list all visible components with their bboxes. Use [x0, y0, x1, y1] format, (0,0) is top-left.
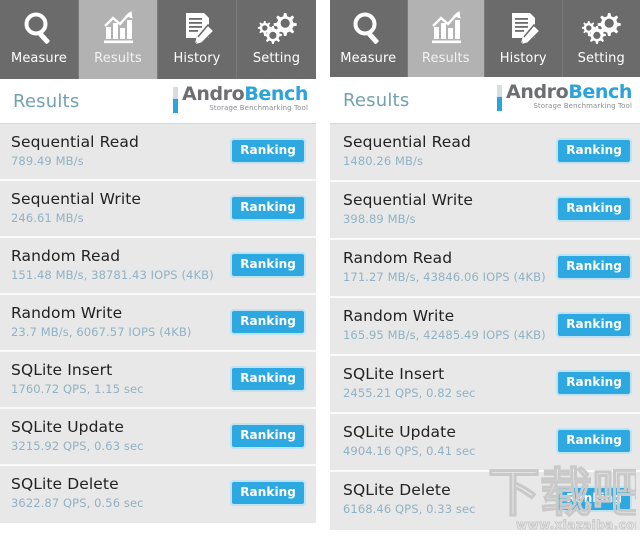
logo-name-first: Andro	[182, 83, 245, 105]
table-row: Sequential Write 398.89 MB/s Ranking	[330, 182, 640, 240]
table-row: Random Write 23.7 MB/s, 6067.57 IOPS (4K…	[0, 295, 316, 352]
right-page-header: Results AndroBench Storage Benchmarking …	[330, 77, 640, 124]
table-row: Sequential Write 246.61 MB/s Ranking	[0, 181, 316, 238]
tab-history[interactable]: History	[158, 0, 237, 79]
magnifier-icon	[348, 8, 388, 48]
androbench-logo: AndroBench Storage Benchmarking Tool	[497, 83, 632, 111]
table-row: SQLite Update 3215.92 QPS, 0.63 sec Rank…	[0, 409, 316, 466]
tab-results-label: Results	[421, 51, 470, 66]
ranking-button[interactable]: Ranking	[230, 138, 306, 164]
ranking-button[interactable]: Ranking	[556, 196, 632, 222]
ranking-button[interactable]: Ranking	[230, 423, 306, 449]
ranking-button[interactable]: Ranking	[230, 366, 306, 392]
tab-measure[interactable]: Measure	[330, 0, 408, 77]
right-device-panel: Measure Results History Setting Results …	[330, 0, 640, 537]
table-row: Sequential Read 1480.26 MB/s Ranking	[330, 124, 640, 182]
right-results-list: Sequential Read 1480.26 MB/s Ranking Seq…	[330, 124, 640, 530]
ranking-button[interactable]: Ranking	[556, 312, 632, 338]
table-row: SQLite Delete 6168.46 QPS, 0.33 sec Rank…	[330, 472, 640, 530]
ranking-button[interactable]: Ranking	[230, 309, 306, 335]
magnifier-icon	[19, 8, 59, 48]
right-tab-bar: Measure Results History Setting	[330, 0, 640, 77]
bar-chart-icon	[98, 8, 138, 48]
table-row: Random Read 151.48 MB/s, 38781.43 IOPS (…	[0, 238, 316, 295]
logo-tagline: Storage Benchmarking Tool	[209, 104, 308, 112]
page-title: Results	[13, 90, 80, 112]
left-device-panel: Measure Results History Setting Results …	[0, 0, 316, 537]
logo-tagline: Storage Benchmarking Tool	[533, 102, 632, 110]
logo-name-second: Bench	[568, 81, 632, 103]
tab-measure[interactable]: Measure	[0, 0, 79, 79]
ranking-button[interactable]: Ranking	[556, 370, 632, 396]
tab-results[interactable]: Results	[407, 0, 485, 77]
tab-results[interactable]: Results	[79, 0, 158, 79]
gears-icon	[581, 8, 621, 48]
tab-results-label: Results	[94, 51, 142, 66]
ranking-button[interactable]: Ranking	[556, 486, 632, 512]
tab-history-label: History	[499, 51, 547, 66]
left-tab-bar: Measure Results History Setting	[0, 0, 316, 79]
tab-setting[interactable]: Setting	[562, 0, 640, 77]
ranking-button[interactable]: Ranking	[230, 252, 306, 278]
logo-text: AndroBench Storage Benchmarking Tool	[506, 83, 632, 110]
ranking-button[interactable]: Ranking	[230, 480, 306, 506]
ranking-button[interactable]: Ranking	[556, 428, 632, 454]
page-title: Results	[343, 89, 410, 111]
panel-divider	[316, 0, 330, 537]
left-results-list: Sequential Read 789.49 MB/s Ranking Sequ…	[0, 124, 316, 523]
logo-name-second: Bench	[244, 83, 308, 105]
tab-history[interactable]: History	[485, 0, 563, 77]
gears-icon	[257, 8, 297, 48]
table-row: SQLite Update 4904.16 QPS, 0.41 sec Rank…	[330, 414, 640, 472]
tab-setting[interactable]: Setting	[237, 0, 316, 79]
tab-setting-label: Setting	[577, 51, 625, 66]
left-page-header: Results AndroBench Storage Benchmarking …	[0, 79, 316, 124]
ranking-button[interactable]: Ranking	[556, 254, 632, 280]
ranking-button[interactable]: Ranking	[556, 138, 632, 164]
table-row: Random Write 165.95 MB/s, 42485.49 IOPS …	[330, 298, 640, 356]
bar-chart-icon	[426, 8, 466, 48]
table-row: SQLite Delete 3622.87 QPS, 0.56 sec Rank…	[0, 466, 316, 523]
tab-measure-label: Measure	[11, 51, 67, 66]
table-row: SQLite Insert 2455.21 QPS, 0.82 sec Rank…	[330, 356, 640, 414]
screenshot-root: Measure Results History Setting Results …	[0, 0, 640, 537]
logo-text: AndroBench Storage Benchmarking Tool	[182, 85, 308, 112]
logo-name-first: Andro	[506, 81, 569, 103]
ranking-button[interactable]: Ranking	[230, 195, 306, 221]
table-row: Sequential Read 789.49 MB/s Ranking	[0, 124, 316, 181]
logo-bar-icon	[497, 85, 503, 111]
table-row: Random Read 171.27 MB/s, 43846.06 IOPS (…	[330, 240, 640, 298]
table-row: SQLite Insert 1760.72 QPS, 1.15 sec Rank…	[0, 352, 316, 409]
androbench-logo: AndroBench Storage Benchmarking Tool	[173, 85, 308, 113]
document-pen-icon	[177, 8, 217, 48]
tab-history-label: History	[173, 51, 221, 66]
logo-bar-icon	[173, 87, 179, 113]
tab-measure-label: Measure	[340, 51, 397, 66]
tab-setting-label: Setting	[252, 51, 301, 66]
document-pen-icon	[503, 8, 543, 48]
